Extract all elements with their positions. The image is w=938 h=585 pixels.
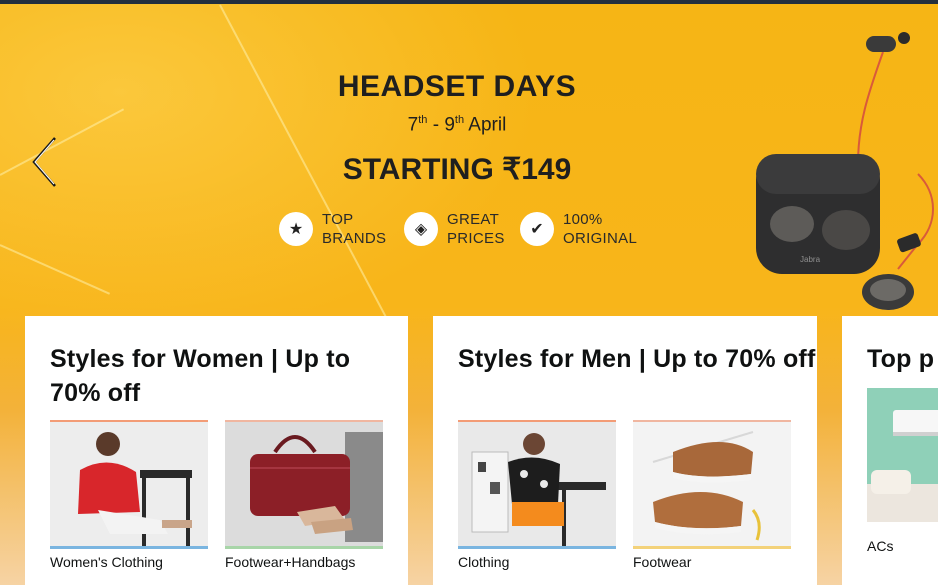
feature-top-brands: ★ TOP BRANDS — [279, 210, 386, 248]
tile-acs[interactable] — [867, 388, 938, 522]
card-title[interactable]: Top p — [867, 342, 934, 376]
acs-image — [867, 388, 938, 522]
earbuds-product-image: Jabra — [756, 32, 934, 310]
card-styles-women[interactable]: Styles for Women | Up to 70% off Women's… — [25, 316, 408, 585]
womens-clothing-image — [50, 422, 208, 549]
card-top-picks[interactable]: Top p ACs — [842, 316, 938, 585]
card-title[interactable]: Styles for Women | Up to 70% off — [50, 342, 408, 410]
tile-label[interactable]: ACs — [867, 538, 893, 554]
star-hand-icon: ★ — [279, 212, 313, 246]
tile-label[interactable]: Footwear+Handbags — [225, 554, 355, 570]
tile-mens-clothing[interactable] — [458, 420, 616, 549]
earbuds-brand: Jabra — [800, 255, 821, 264]
footwear-handbags-image — [225, 422, 383, 549]
feature-original: ✔ 100% ORIGINAL — [520, 210, 637, 248]
price-tag-icon: ◈ — [404, 212, 438, 246]
tile-label[interactable]: Women's Clothing — [50, 554, 163, 570]
verified-badge-icon: ✔ — [520, 212, 554, 246]
tile-footwear-handbags[interactable] — [225, 420, 383, 549]
tile-mens-footwear[interactable] — [633, 420, 791, 549]
tile-label[interactable]: Footwear — [633, 554, 691, 570]
feature-great-prices: ◈ GREAT PRICES — [404, 210, 505, 248]
card-styles-men[interactable]: Styles for Men | Up to 70% off Clothing … — [433, 316, 817, 585]
mens-clothing-image — [458, 422, 616, 549]
mens-footwear-image — [633, 422, 791, 549]
tile-womens-clothing[interactable] — [50, 420, 208, 549]
tile-label[interactable]: Clothing — [458, 554, 509, 570]
card-title[interactable]: Styles for Men | Up to 70% off — [458, 342, 815, 376]
